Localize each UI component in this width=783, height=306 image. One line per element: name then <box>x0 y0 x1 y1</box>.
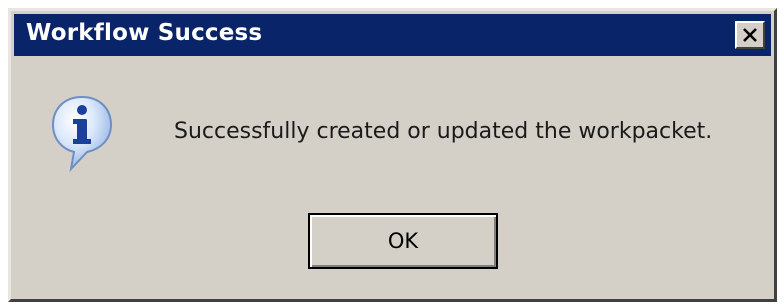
ok-button-label: OK <box>387 229 419 253</box>
ok-button[interactable]: OK <box>308 213 498 269</box>
close-button[interactable] <box>735 21 765 49</box>
message-text: Successfully created or updated the work… <box>174 119 713 144</box>
close-icon <box>743 28 757 42</box>
window-title: Workflow Success <box>26 20 263 46</box>
info-icon <box>49 93 115 173</box>
title-bar[interactable]: Workflow Success <box>14 14 771 56</box>
workflow-success-dialog: Workflow Success Successfully created or… <box>8 8 777 302</box>
